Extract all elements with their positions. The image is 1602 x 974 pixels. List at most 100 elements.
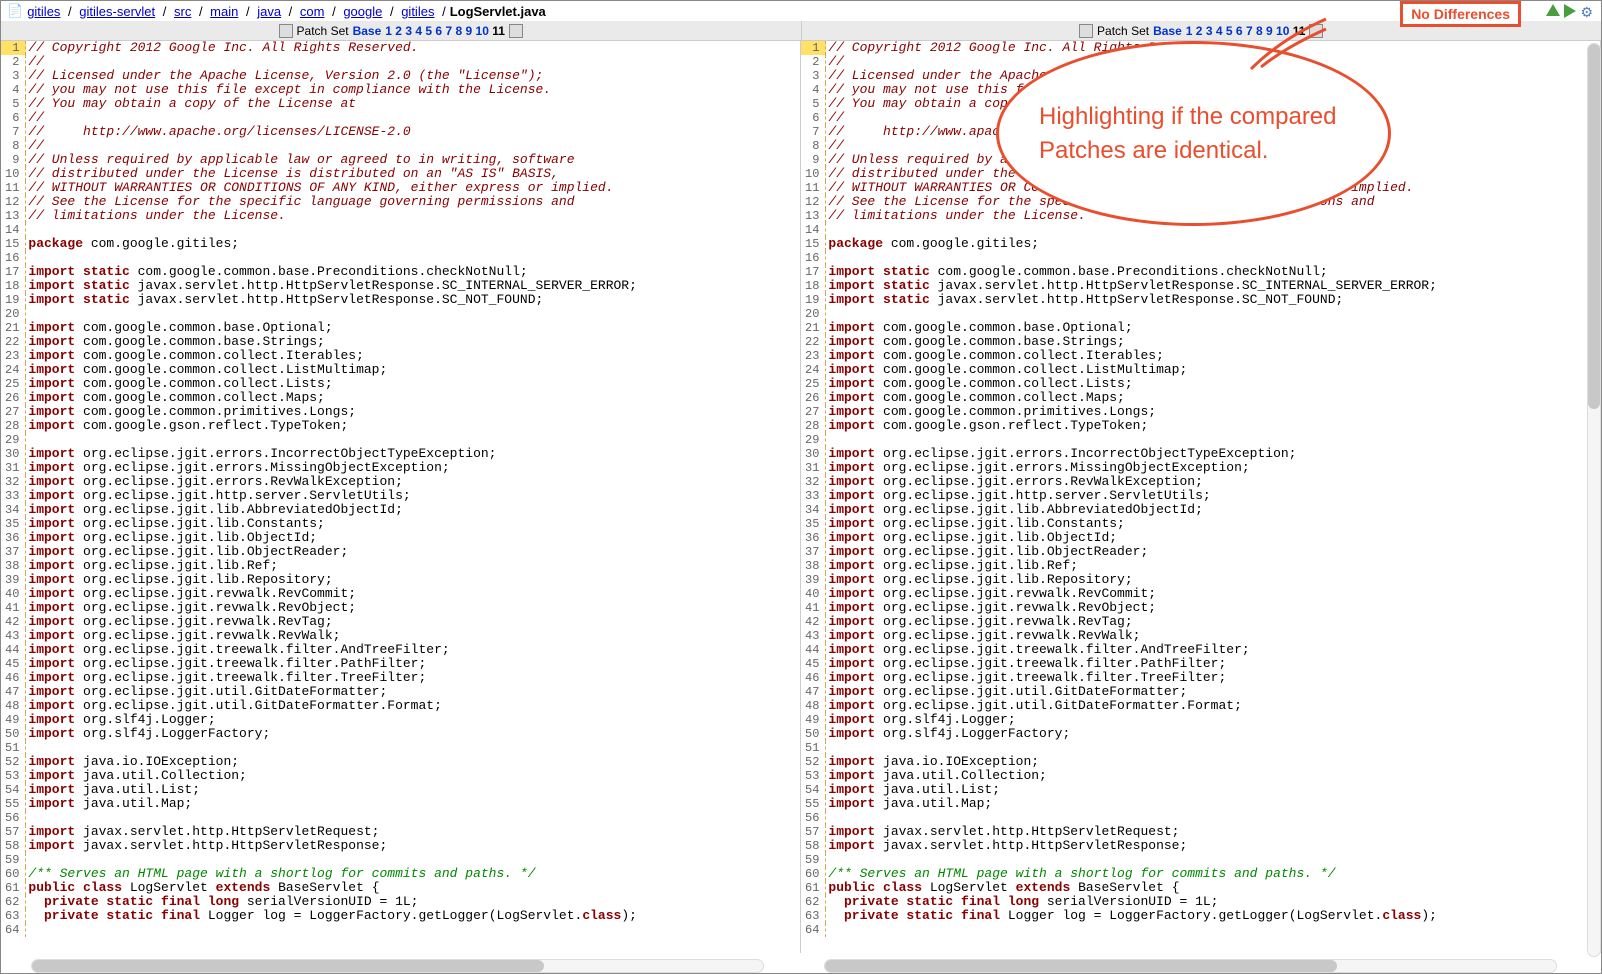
breadcrumb-link[interactable]: gitiles-servlet — [79, 4, 155, 19]
code-line[interactable]: 8// — [1, 139, 637, 153]
code-line[interactable]: 24import com.google.common.collect.ListM… — [1, 363, 637, 377]
code-line[interactable]: 19import static javax.servlet.http.HttpS… — [801, 293, 1437, 307]
code-line[interactable]: 46import org.eclipse.jgit.treewalk.filte… — [801, 671, 1437, 685]
code-line[interactable]: 47import org.eclipse.jgit.util.GitDateFo… — [1, 685, 637, 699]
breadcrumb-link[interactable]: com — [300, 4, 325, 19]
patchset-number[interactable]: 2 — [1196, 24, 1203, 38]
code-line[interactable]: 51 — [1, 741, 637, 755]
patchset-number[interactable]: 10 — [476, 24, 489, 38]
right-arrow-icon[interactable] — [1564, 4, 1576, 21]
patchset-number[interactable]: 1 — [1186, 24, 1193, 38]
patchset-number[interactable]: 3 — [405, 24, 412, 38]
code-line[interactable]: 21import com.google.common.base.Optional… — [1, 321, 637, 335]
code-line[interactable]: 30import org.eclipse.jgit.errors.Incorre… — [801, 447, 1437, 461]
patchset-number[interactable]: 11 — [492, 24, 505, 38]
code-line[interactable]: 62 private static final long serialVersi… — [801, 895, 1437, 909]
code-line[interactable]: 62 private static final long serialVersi… — [1, 895, 637, 909]
code-line[interactable]: 22import com.google.common.base.Strings; — [801, 335, 1437, 349]
code-line[interactable]: 41import org.eclipse.jgit.revwalk.RevObj… — [1, 601, 637, 615]
patchset-number[interactable]: 5 — [425, 24, 432, 38]
code-line[interactable]: 15package com.google.gitiles; — [1, 237, 637, 251]
code-line[interactable]: 11// WITHOUT WARRANTIES OR CONDITIONS OF… — [1, 181, 637, 195]
code-line[interactable]: 45import org.eclipse.jgit.treewalk.filte… — [801, 657, 1437, 671]
code-line[interactable]: 59 — [801, 853, 1437, 867]
code-line[interactable]: 30import org.eclipse.jgit.errors.Incorre… — [1, 447, 637, 461]
code-line[interactable]: 4// you may not use this file except in … — [1, 83, 637, 97]
code-line[interactable]: 22import com.google.common.base.Strings; — [1, 335, 637, 349]
code-line[interactable]: 54import java.util.List; — [1, 783, 637, 797]
code-line[interactable]: 43import org.eclipse.jgit.revwalk.RevWal… — [1, 629, 637, 643]
code-line[interactable]: 63 private static final Logger log = Log… — [1, 909, 637, 923]
patchset-number[interactable]: 7 — [445, 24, 452, 38]
code-line[interactable]: 1// Copyright 2012 Google Inc. All Right… — [1, 41, 637, 55]
code-line[interactable]: 48import org.eclipse.jgit.util.GitDateFo… — [1, 699, 637, 713]
code-line[interactable]: 33import org.eclipse.jgit.http.server.Se… — [801, 489, 1437, 503]
code-line[interactable]: 23import com.google.common.collect.Itera… — [1, 349, 637, 363]
patchset-base[interactable]: Base — [353, 24, 382, 38]
code-line[interactable]: 16 — [801, 251, 1437, 265]
patchset-base[interactable]: Base — [1153, 24, 1182, 38]
code-line[interactable]: 14 — [801, 223, 1437, 237]
code-line[interactable]: 3// Licensed under the Apache License, V… — [1, 69, 637, 83]
code-line[interactable]: 42import org.eclipse.jgit.revwalk.RevTag… — [1, 615, 637, 629]
code-line[interactable]: 17import static com.google.common.base.P… — [801, 265, 1437, 279]
code-line[interactable]: 27import com.google.common.primitives.Lo… — [1, 405, 637, 419]
gear-icon[interactable]: ⚙ — [1580, 4, 1593, 21]
code-line[interactable]: 41import org.eclipse.jgit.revwalk.RevObj… — [801, 601, 1437, 615]
patchset-number[interactable]: 2 — [395, 24, 402, 38]
code-line[interactable]: 37import org.eclipse.jgit.lib.ObjectRead… — [1, 545, 637, 559]
patchset-number[interactable]: 3 — [1206, 24, 1213, 38]
code-line[interactable]: 57import javax.servlet.http.HttpServletR… — [1, 825, 637, 839]
code-line[interactable]: 7// http://www.apache.org/licenses/LICEN… — [1, 125, 637, 139]
code-line[interactable]: 55import java.util.Map; — [1, 797, 637, 811]
code-line[interactable]: 53import java.util.Collection; — [801, 769, 1437, 783]
code-line[interactable]: 14 — [1, 223, 637, 237]
code-line[interactable]: 52import java.io.IOException; — [1, 755, 637, 769]
code-line[interactable]: 64 — [801, 923, 1437, 937]
code-line[interactable]: 52import java.io.IOException; — [801, 755, 1437, 769]
code-line[interactable]: 34import org.eclipse.jgit.lib.Abbreviate… — [1, 503, 637, 517]
tab-icon[interactable] — [279, 24, 293, 38]
breadcrumb-link[interactable]: java — [257, 4, 281, 19]
code-line[interactable]: 34import org.eclipse.jgit.lib.Abbreviate… — [801, 503, 1437, 517]
code-line[interactable]: 15package com.google.gitiles; — [801, 237, 1437, 251]
code-line[interactable]: 36import org.eclipse.jgit.lib.ObjectId; — [801, 531, 1437, 545]
code-line[interactable]: 28import com.google.gson.reflect.TypeTok… — [1, 419, 637, 433]
code-line[interactable]: 10// distributed under the License is di… — [1, 167, 637, 181]
code-line[interactable]: 35import org.eclipse.jgit.lib.Constants; — [801, 517, 1437, 531]
code-line[interactable]: 63 private static final Logger log = Log… — [801, 909, 1437, 923]
code-line[interactable]: 45import org.eclipse.jgit.treewalk.filte… — [1, 657, 637, 671]
breadcrumb-link[interactable]: main — [210, 4, 238, 19]
code-line[interactable]: 40import org.eclipse.jgit.revwalk.RevCom… — [1, 587, 637, 601]
code-line[interactable]: 27import com.google.common.primitives.Lo… — [801, 405, 1437, 419]
code-line[interactable]: 50import org.slf4j.LoggerFactory; — [1, 727, 637, 741]
code-line[interactable]: 18import static javax.servlet.http.HttpS… — [801, 279, 1437, 293]
code-line[interactable]: 9// Unless required by applicable law or… — [1, 153, 637, 167]
code-line[interactable]: 38import org.eclipse.jgit.lib.Ref; — [1, 559, 637, 573]
breadcrumb-link[interactable]: google — [343, 4, 382, 19]
code-line[interactable]: 32import org.eclipse.jgit.errors.RevWalk… — [801, 475, 1437, 489]
code-line[interactable]: 47import org.eclipse.jgit.util.GitDateFo… — [801, 685, 1437, 699]
code-line[interactable]: 61public class LogServlet extends BaseSe… — [1, 881, 637, 895]
code-line[interactable]: 38import org.eclipse.jgit.lib.Ref; — [801, 559, 1437, 573]
code-line[interactable]: 39import org.eclipse.jgit.lib.Repository… — [801, 573, 1437, 587]
patchset-number[interactable]: 6 — [1236, 24, 1243, 38]
breadcrumb-link[interactable]: src — [174, 4, 191, 19]
code-line[interactable]: 37import org.eclipse.jgit.lib.ObjectRead… — [801, 545, 1437, 559]
code-line[interactable]: 12// See the License for the specific la… — [1, 195, 637, 209]
code-line[interactable]: 53import java.util.Collection; — [1, 769, 637, 783]
code-line[interactable]: 2// — [1, 55, 637, 69]
patchset-number[interactable]: 1 — [385, 24, 392, 38]
code-line[interactable]: 46import org.eclipse.jgit.treewalk.filte… — [1, 671, 637, 685]
code-line[interactable]: 55import java.util.Map; — [801, 797, 1437, 811]
patchset-number[interactable]: 4 — [415, 24, 422, 38]
code-line[interactable]: 60/** Serves an HTML page with a shortlo… — [1, 867, 637, 881]
code-line[interactable]: 48import org.eclipse.jgit.util.GitDateFo… — [801, 699, 1437, 713]
vertical-scrollbar[interactable] — [1587, 43, 1601, 957]
code-line[interactable]: 57import javax.servlet.http.HttpServletR… — [801, 825, 1437, 839]
code-line[interactable]: 13// limitations under the License. — [1, 209, 637, 223]
code-line[interactable]: 26import com.google.common.collect.Maps; — [1, 391, 637, 405]
horizontal-scrollbar-right[interactable] — [824, 959, 1557, 973]
code-line[interactable]: 31import org.eclipse.jgit.errors.Missing… — [801, 461, 1437, 475]
code-line[interactable]: 36import org.eclipse.jgit.lib.ObjectId; — [1, 531, 637, 545]
